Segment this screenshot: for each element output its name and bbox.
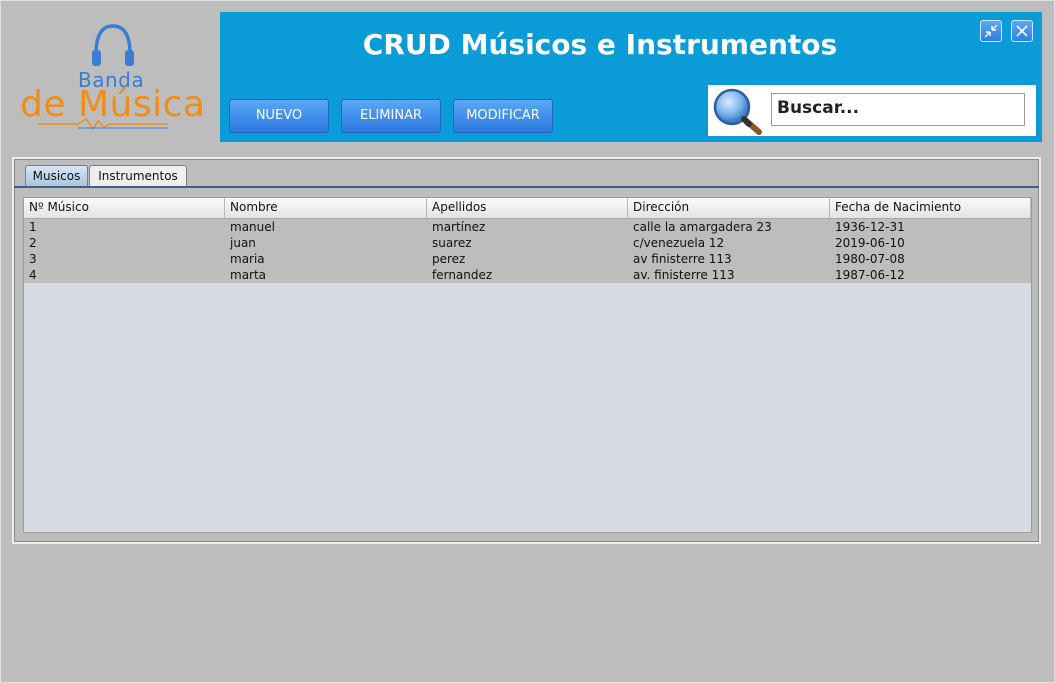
tab-instrumentos[interactable]: Instrumentos (89, 165, 187, 187)
magnifier-icon (713, 88, 762, 135)
tab-divider (14, 186, 1039, 188)
new-button[interactable]: NUEVO (229, 99, 329, 133)
delete-button[interactable]: ELIMINAR (341, 99, 441, 133)
cell-numero: 4 (29, 268, 37, 282)
cell-nombre: marta (230, 268, 267, 282)
cell-numero: 1 (29, 220, 37, 234)
table-row[interactable]: 1 manuel martínez calle la amargadera 23… (24, 219, 1031, 235)
minimize-button[interactable] (980, 20, 1002, 42)
cell-apellidos: martínez (432, 220, 486, 234)
headphones-icon (92, 24, 134, 66)
column-header-direccion[interactable]: Dirección (628, 198, 830, 218)
search-panel: Buscar... (708, 85, 1036, 136)
search-input[interactable]: Buscar... (771, 93, 1025, 126)
table-row[interactable]: 3 maria perez av finisterre 113 1980-07-… (24, 251, 1031, 267)
cell-apellidos: suarez (432, 236, 472, 250)
cell-fecha: 2019-06-10 (835, 236, 905, 250)
app-title: CRUD Músicos e Instrumentos (362, 28, 838, 61)
table-body: 1 manuel martínez calle la amargadera 23… (24, 219, 1031, 283)
logo: Banda de Música (8, 10, 218, 144)
cell-numero: 2 (29, 236, 37, 250)
column-header-numero[interactable]: Nº Músico (24, 198, 225, 218)
cell-direccion: av. finisterre 113 (633, 268, 735, 282)
cell-apellidos: fernandez (432, 268, 493, 282)
cell-fecha: 1980-07-08 (835, 252, 905, 266)
close-button[interactable] (1011, 20, 1033, 42)
table-header: Nº Músico Nombre Apellidos Dirección Fec… (24, 198, 1031, 219)
cell-fecha: 1987-06-12 (835, 268, 905, 282)
tab-musicos[interactable]: Musicos (25, 165, 88, 187)
soundwave-decoration (38, 117, 168, 131)
header-bar: CRUD Músicos e Instrumentos NUEVO ELIMIN… (220, 12, 1042, 142)
cell-apellidos: perez (432, 252, 466, 266)
table-row[interactable]: 2 juan suarez c/venezuela 12 2019-06-10 (24, 235, 1031, 251)
cell-nombre: maria (230, 252, 265, 266)
cell-direccion: c/venezuela 12 (633, 236, 725, 250)
close-icon (1016, 25, 1028, 37)
cell-numero: 3 (29, 252, 37, 266)
table-row[interactable]: 4 marta fernandez av. finisterre 113 198… (24, 267, 1031, 283)
cell-direccion: calle la amargadera 23 (633, 220, 772, 234)
cell-nombre: juan (230, 236, 256, 250)
column-header-apellidos[interactable]: Apellidos (427, 198, 628, 218)
cell-direccion: av finisterre 113 (633, 252, 732, 266)
column-header-fecha[interactable]: Fecha de Nacimiento (830, 198, 1031, 218)
modify-button[interactable]: MODIFICAR (453, 99, 553, 133)
minimize-icon (984, 24, 998, 38)
column-header-nombre[interactable]: Nombre (225, 198, 427, 218)
cell-fecha: 1936-12-31 (835, 220, 905, 234)
musicians-table[interactable]: Nº Músico Nombre Apellidos Dirección Fec… (23, 197, 1032, 533)
content-panel: Musicos Instrumentos Nº Músico Nombre Ap… (12, 157, 1041, 544)
cell-nombre: manuel (230, 220, 275, 234)
